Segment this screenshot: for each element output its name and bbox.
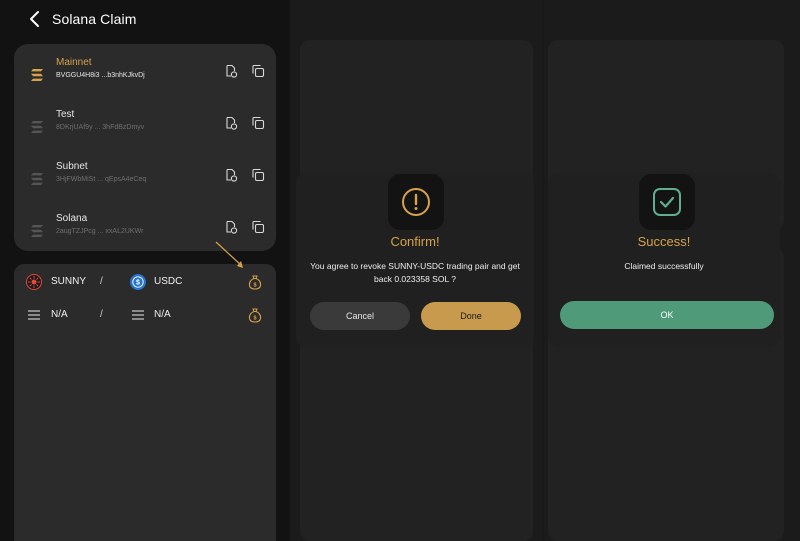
dialog-title: Success! — [637, 234, 691, 249]
network-address: 3HjFWbMiSt ... qEpsA4eCeq — [56, 176, 147, 183]
claim-file-icon[interactable] — [224, 168, 238, 182]
solana-claim-panel: Solana Claim Mainnet BVGGU4H8i3 ...b3nhKJ… — [0, 0, 289, 541]
svg-text:$: $ — [253, 316, 256, 322]
usdc-token-icon: $ — [130, 274, 146, 290]
claim-bag-icon[interactable]: $ — [248, 274, 262, 290]
solana-token-icon — [132, 310, 144, 320]
exclamation-icon — [402, 188, 430, 216]
copy-icon[interactable] — [251, 64, 265, 78]
network-name: Subnet — [56, 161, 88, 172]
solana-logo-icon — [31, 225, 43, 237]
network-row[interactable]: Mainnet BVGGU4H8i3 ...b3nhKJkvDj — [14, 56, 276, 96]
network-row[interactable]: Subnet 3HjFWbMiSt ... qEpsA4eCeq — [14, 160, 276, 200]
pair-separator: / — [100, 309, 103, 320]
confirm-dialog: Confirm! You agree to revoke SUNNY-USDC … — [296, 172, 534, 348]
pair-row-sunny-usdc[interactable]: SUNNY / $ USDC $ — [14, 271, 276, 295]
quote-token-label: USDC — [154, 276, 183, 287]
svg-text:$: $ — [253, 283, 256, 289]
quote-token-label: N/A — [154, 309, 171, 320]
copy-icon[interactable] — [251, 220, 265, 234]
network-name: Mainnet — [56, 57, 92, 68]
page-title: Solana Claim — [52, 11, 137, 27]
solana-logo-icon — [31, 121, 43, 133]
ok-button[interactable]: OK — [560, 301, 774, 329]
dialog-message: Claimed successfully — [624, 261, 704, 271]
cancel-button[interactable]: Cancel — [310, 302, 410, 330]
sunny-token-icon — [26, 274, 42, 290]
dialog-message: You agree to revoke SUNNY-USDC trading p… — [310, 261, 520, 284]
solana-logo-icon — [31, 69, 43, 81]
success-dialog: Success! Claimed successfully OK — [548, 172, 780, 348]
solana-token-icon — [28, 310, 40, 320]
network-address: BVGGU4H8i3 ...b3nhKJkvDj — [56, 72, 145, 79]
network-name: Solana — [56, 213, 88, 224]
pair-list: SUNNY / $ USDC $ N/A / N/A $ — [14, 264, 276, 541]
pair-row-na[interactable]: N/A / N/A $ — [14, 304, 276, 328]
chevron-left-icon[interactable] — [28, 10, 42, 28]
network-address: 2augTZJPcg ... xxAL2UKWr — [56, 228, 144, 235]
claim-file-icon[interactable] — [224, 220, 238, 234]
claim-file-icon[interactable] — [224, 64, 238, 78]
base-token-label: SUNNY — [51, 276, 87, 287]
copy-icon[interactable] — [251, 168, 265, 182]
dialog-icon-tile — [388, 174, 444, 230]
network-address: 8DKrjUAf9y ... 3hFdBzDmyv — [56, 124, 145, 131]
network-row[interactable]: Test 8DKrjUAf9y ... 3hFdBzDmyv — [14, 108, 276, 148]
done-button[interactable]: Done — [421, 302, 521, 330]
dialog-icon-tile — [639, 174, 695, 230]
base-token-label: N/A — [51, 309, 68, 320]
dialog-title: Confirm! — [390, 234, 440, 249]
copy-icon[interactable] — [251, 116, 265, 130]
solana-logo-icon — [31, 173, 43, 185]
network-name: Test — [56, 109, 75, 120]
svg-text:$: $ — [136, 280, 140, 287]
checkmark-icon — [653, 188, 681, 216]
claim-file-icon[interactable] — [224, 116, 238, 130]
network-list: Mainnet BVGGU4H8i3 ...b3nhKJkvDj Test 8DKrj… — [14, 44, 276, 251]
arrow-hint-icon — [215, 241, 243, 268]
page-header: Solana Claim — [28, 8, 136, 30]
claim-bag-icon[interactable]: $ — [248, 307, 262, 323]
pair-separator: / — [100, 276, 103, 287]
